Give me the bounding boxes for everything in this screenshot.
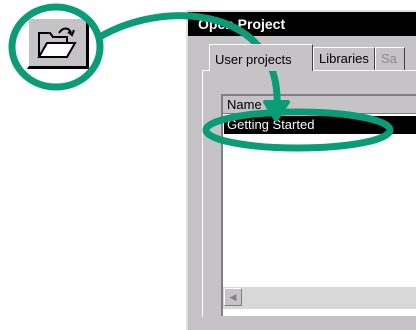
annotation-overlay xyxy=(8,3,394,152)
item-highlight-circle xyxy=(202,108,394,152)
tab-user-projects[interactable]: User projects xyxy=(209,44,313,71)
toolbar-highlight-circle xyxy=(8,3,104,91)
